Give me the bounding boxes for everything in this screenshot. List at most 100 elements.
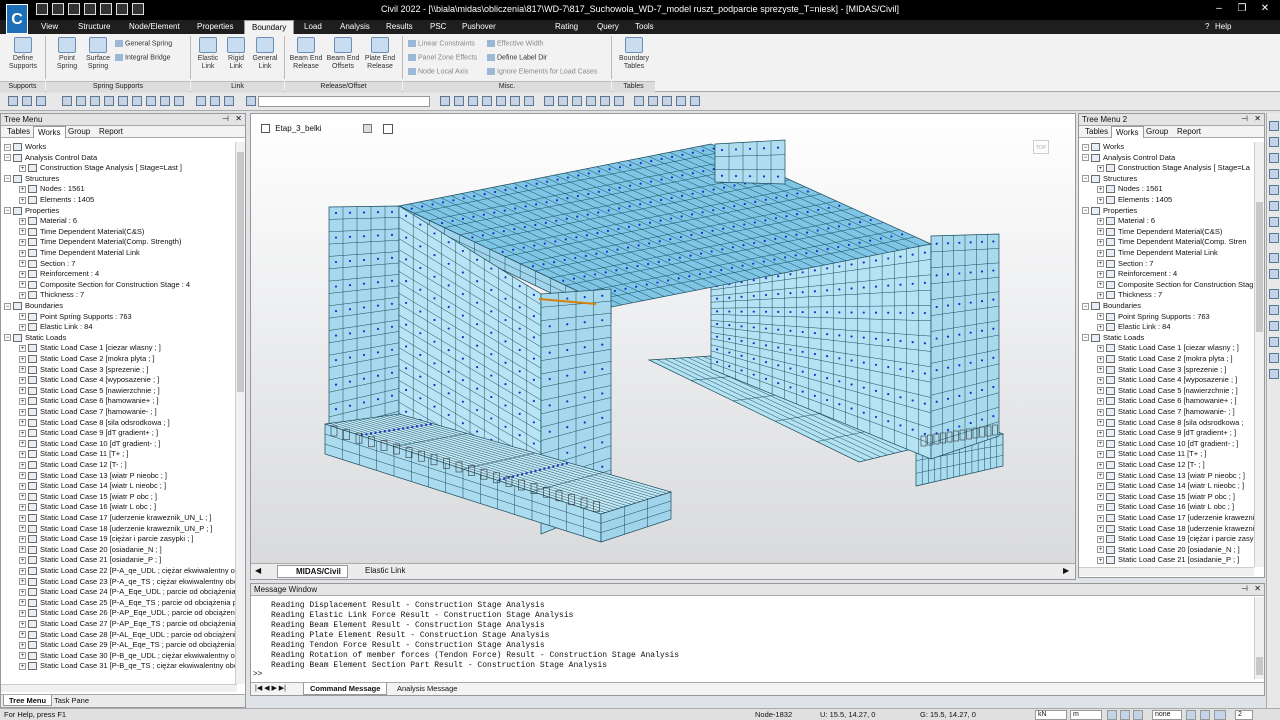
expand-icon[interactable]: + bbox=[1097, 323, 1104, 331]
expand-icon[interactable]: + bbox=[1097, 461, 1104, 469]
top-view-icon[interactable] bbox=[558, 96, 568, 106]
app-logo[interactable]: C bbox=[6, 4, 28, 34]
expand-icon[interactable]: + bbox=[19, 355, 26, 363]
tree-item[interactable]: + Time Dependent Material Link bbox=[1097, 248, 1218, 259]
tree-2-scrollbar[interactable] bbox=[1254, 142, 1264, 567]
tree-item[interactable]: + Reinforcement : 4 bbox=[19, 269, 99, 280]
tree-item[interactable]: − Structures bbox=[4, 174, 59, 185]
pan-icon[interactable] bbox=[1269, 185, 1279, 195]
tree-item[interactable]: + Elastic Link : 84 bbox=[19, 322, 93, 333]
plate-end-release-button[interactable]: Plate End Release bbox=[362, 37, 398, 71]
tree-item[interactable]: − Properties bbox=[1082, 206, 1137, 217]
status-icon[interactable] bbox=[1200, 710, 1210, 720]
expand-icon[interactable]: + bbox=[19, 196, 26, 204]
tree-item[interactable]: − Boundaries bbox=[1082, 301, 1141, 312]
expand-icon[interactable]: + bbox=[19, 546, 26, 554]
expand-icon[interactable]: − bbox=[4, 207, 11, 215]
expand-icon[interactable]: + bbox=[19, 450, 26, 458]
tree-item[interactable]: + Static Load Case 18 [uderzenie krawezni bbox=[1097, 524, 1254, 535]
tree-item[interactable]: + Static Load Case 19 [ciężar i parcie za… bbox=[1097, 534, 1253, 545]
tree-item[interactable]: + Static Load Case 10 [dT gradient- ; ] bbox=[19, 439, 160, 450]
select-intersect-icon[interactable] bbox=[104, 96, 114, 106]
expand-icon[interactable]: + bbox=[1097, 366, 1104, 374]
expand-icon[interactable]: + bbox=[19, 652, 26, 660]
lock-icon[interactable] bbox=[676, 96, 686, 106]
step-count[interactable]: 2 bbox=[1235, 710, 1253, 720]
tree-item[interactable]: − Works bbox=[4, 142, 46, 153]
panel-zone-effects-button[interactable]: Panel Zone Effects bbox=[408, 54, 477, 61]
tab-psc[interactable]: PSC bbox=[430, 22, 446, 31]
tree-item[interactable]: + Point Spring Supports : 763 bbox=[19, 312, 132, 323]
activate-all-icon[interactable] bbox=[224, 96, 234, 106]
zoom-out-icon[interactable] bbox=[482, 96, 492, 106]
surface-spring-button[interactable]: Surface Spring bbox=[83, 37, 113, 71]
expand-icon[interactable]: + bbox=[19, 662, 26, 670]
tree-item[interactable]: + Static Load Case 19 [ciężar i parcie za… bbox=[19, 534, 193, 545]
tree-item[interactable]: + Static Load Case 3 [sprezenie ; ] bbox=[19, 365, 148, 376]
define-label-dir-button[interactable]: Define Label Dir bbox=[487, 54, 547, 61]
expand-icon[interactable]: + bbox=[19, 387, 26, 395]
perspective-icon[interactable] bbox=[1269, 289, 1279, 299]
expand-icon[interactable]: + bbox=[19, 493, 26, 501]
close-icon[interactable]: ✕ bbox=[1254, 114, 1261, 123]
tree-item[interactable]: + Static Load Case 7 [hamowanie- ; ] bbox=[19, 407, 157, 418]
tree-item[interactable]: + Static Load Case 16 [wiatr L obc ; ] bbox=[19, 502, 156, 513]
expand-icon[interactable]: + bbox=[19, 260, 26, 268]
snap-grid-icon[interactable] bbox=[1120, 710, 1130, 720]
node-local-axis-button[interactable]: Node Local Axis bbox=[408, 68, 468, 75]
tree-item[interactable]: + Elastic Link : 84 bbox=[1097, 322, 1171, 333]
expand-icon[interactable]: + bbox=[1097, 397, 1104, 405]
pin-icon[interactable]: ⊣ bbox=[1241, 114, 1248, 123]
expand-icon[interactable]: + bbox=[19, 228, 26, 236]
pan-icon[interactable] bbox=[496, 96, 506, 106]
expand-icon[interactable]: + bbox=[19, 620, 26, 628]
expand-icon[interactable]: + bbox=[19, 429, 26, 437]
tree-item[interactable]: + Static Load Case 2 [mokra plyta ; ] bbox=[19, 354, 155, 365]
tree-item[interactable]: + Static Load Case 26 [P-AP_Eqe_UDL ; par… bbox=[19, 608, 235, 619]
zoom-in-icon[interactable] bbox=[468, 96, 478, 106]
tree-item[interactable]: + Static Load Case 30 [P-B_qe_UDL ; cięża… bbox=[19, 651, 235, 662]
tab-report[interactable]: Report bbox=[1173, 126, 1205, 138]
tree-item[interactable]: − Structures bbox=[1082, 174, 1137, 185]
tab-load[interactable]: Load bbox=[304, 22, 322, 31]
expand-icon[interactable]: + bbox=[19, 525, 26, 533]
close-icon[interactable]: ✕ bbox=[1254, 584, 1261, 593]
front-view-icon[interactable] bbox=[1269, 253, 1279, 263]
expand-icon[interactable]: + bbox=[19, 641, 26, 649]
expand-icon[interactable]: + bbox=[19, 270, 26, 278]
tree-item[interactable]: + Static Load Case 14 [wiatr L nieobc ; ] bbox=[19, 481, 166, 492]
expand-icon[interactable]: + bbox=[19, 482, 26, 490]
tree-item[interactable]: − Properties bbox=[4, 206, 59, 217]
tab-works[interactable]: Works bbox=[33, 126, 66, 138]
expand-icon[interactable]: + bbox=[1097, 440, 1104, 448]
hidden-icon[interactable] bbox=[1269, 305, 1279, 315]
tree-item[interactable]: + Static Load Case 3 [sprezenie ; ] bbox=[1097, 365, 1226, 376]
select-polygon-icon[interactable] bbox=[90, 96, 100, 106]
tree-2-hscrollbar[interactable] bbox=[1079, 567, 1254, 576]
tree-item[interactable]: + Static Load Case 13 [wiatr P nieobc ; ] bbox=[19, 471, 167, 482]
force-unit-select[interactable]: kN bbox=[1035, 710, 1067, 720]
tree-item[interactable]: + Construction Stage Analysis [ Stage=La bbox=[1097, 163, 1250, 174]
tree-item[interactable]: + Static Load Case 4 [wyposazenie ; ] bbox=[1097, 375, 1237, 386]
expand-icon[interactable]: + bbox=[1097, 482, 1104, 490]
expand-icon[interactable]: + bbox=[19, 631, 26, 639]
point-spring-button[interactable]: Point Spring bbox=[50, 37, 84, 71]
tab-analysis-message[interactable]: Analysis Message bbox=[391, 683, 463, 695]
command-prompt[interactable]: >> bbox=[253, 669, 262, 678]
rotate-snap-icon[interactable] bbox=[1214, 710, 1226, 720]
expand-icon[interactable]: + bbox=[1097, 429, 1104, 437]
tab-analysis[interactable]: Analysis bbox=[340, 22, 370, 31]
expand-icon[interactable]: + bbox=[19, 366, 26, 374]
tree-item[interactable]: + Static Load Case 9 [dT gradient+ ; ] bbox=[1097, 428, 1236, 439]
zoom-window-icon[interactable] bbox=[454, 96, 464, 106]
expand-icon[interactable]: + bbox=[19, 323, 26, 331]
expand-icon[interactable]: + bbox=[19, 313, 26, 321]
tree-item[interactable]: + Nodes : 1561 bbox=[1097, 184, 1163, 195]
expand-icon[interactable]: + bbox=[19, 556, 26, 564]
expand-icon[interactable]: − bbox=[1082, 334, 1089, 342]
tree-item[interactable]: + Static Load Case 7 [hamowanie- ; ] bbox=[1097, 407, 1235, 418]
expand-icon[interactable]: + bbox=[19, 472, 26, 480]
tree-item[interactable]: + Static Load Case 1 [ciezar wlasny ; ] bbox=[19, 343, 161, 354]
tree-item[interactable]: + Static Load Case 4 [wyposazenie ; ] bbox=[19, 375, 159, 386]
expand-icon[interactable]: − bbox=[4, 154, 11, 162]
